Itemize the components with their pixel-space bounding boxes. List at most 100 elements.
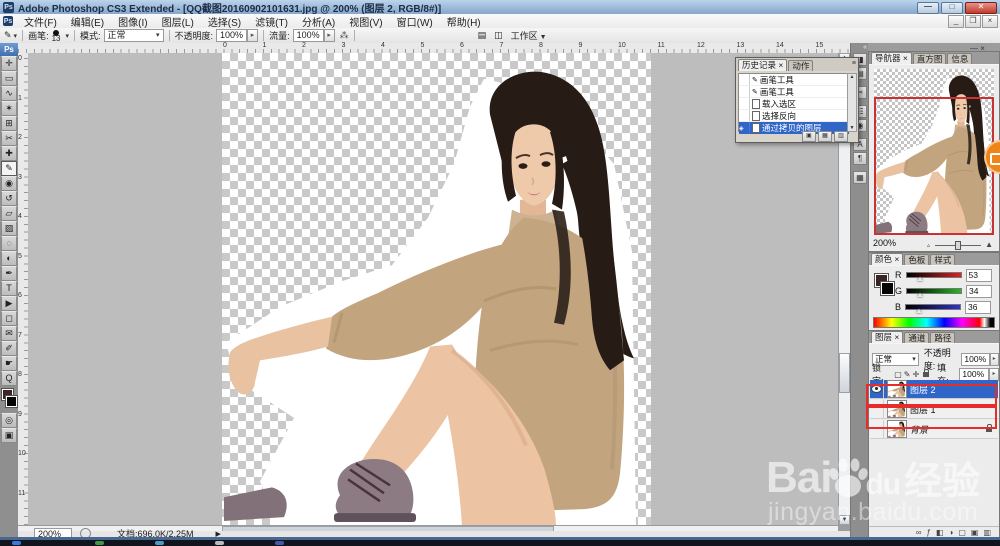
menu-layer[interactable]: 图层(L) [155,14,201,29]
green-value[interactable]: 34 [966,284,993,298]
layer-mask-icon[interactable]: ◧ [936,528,944,537]
adjustment-layer-icon[interactable]: ◑ [948,528,953,537]
tool-hand[interactable]: ☛ [1,356,17,371]
workspace-menu[interactable]: 工作区 ▼ [511,29,547,42]
history-step[interactable]: ✎ 画笔工具 [739,74,849,86]
navigator-thumbnail[interactable] [874,69,994,235]
brush-preview[interactable]: 13 [52,30,60,43]
screen-mode-button[interactable]: ▣ [1,428,17,443]
doc-minimize-button[interactable]: _ [948,15,964,28]
tool-clone-stamp[interactable]: ◉ [1,176,17,191]
layer-style-icon[interactable]: ƒ [926,528,930,537]
tool-notes[interactable]: ✉ [1,326,17,341]
canvas[interactable] [222,53,651,525]
link-layers-icon[interactable]: ∞ [916,528,922,537]
brush-dropdown-icon[interactable]: ▾ [65,32,69,40]
mode-select[interactable]: 正常 ▾ [103,29,164,42]
tab-styles[interactable]: 样式 [930,254,956,265]
title-bar[interactable]: Ps Adobe Photoshop CS3 Extended - [QQ截图2… [0,0,1000,15]
tool-history-brush[interactable]: ↺ [1,191,17,206]
delete-layer-icon[interactable]: ▥ [983,528,991,537]
tool-pen[interactable]: ✒ [1,266,17,281]
tab-layers[interactable]: 图层 × [871,331,904,343]
tab-actions[interactable]: 动作 [788,60,814,71]
tool-zoom[interactable]: Q [1,371,17,386]
color-background-swatch[interactable] [880,281,895,296]
tool-slice[interactable]: ✂ [1,131,17,146]
quick-mask-button[interactable]: ◎ [1,413,17,428]
maximize-button[interactable]: □ [941,2,963,14]
tool-dodge[interactable]: ◐ [1,251,17,266]
opacity-spinner[interactable]: ▸ [247,29,259,42]
zoom-slider-thumb[interactable] [955,241,961,250]
tool-crop[interactable]: ⊞ [1,116,17,131]
lock-all-icon[interactable] [923,368,930,377]
new-layer-icon[interactable]: ▣ [971,528,979,537]
history-source-checkbox[interactable] [739,74,750,85]
tool-shape[interactable]: ◻ [1,311,17,326]
tab-paths[interactable]: 路径 [930,332,956,343]
history-step[interactable]: 载入选区 [739,98,849,110]
close-button[interactable]: ✕ [965,2,997,14]
flow-input[interactable]: 100% [292,29,324,42]
tool-magic-wand[interactable]: ✶ [1,101,17,116]
tab-color[interactable]: 颜色 × [871,253,904,265]
color-spectrum-bar[interactable] [873,317,995,328]
new-document-from-state-icon[interactable]: ▣ [802,131,816,142]
tool-eyedropper[interactable]: ✐ [1,341,17,356]
paragraph-panel-icon[interactable]: ¶ [853,152,867,165]
history-panel-menu-icon[interactable]: ≡ [852,60,856,67]
history-source-checkbox[interactable] [739,110,750,121]
menu-select[interactable]: 选择(S) [201,14,248,29]
history-step[interactable]: ✎ 画笔工具 [739,86,849,98]
tab-info[interactable]: 信息 [947,53,973,64]
dock-collapse-icon[interactable]: « [851,43,869,52]
tool-marquee[interactable]: ▭ [1,71,17,86]
minimize-button[interactable]: — [917,2,939,14]
tool-blur[interactable]: ◌ [1,236,17,251]
tab-navigator[interactable]: 导航器 × [871,52,912,64]
menu-help[interactable]: 帮助(H) [440,14,488,29]
layers-fill-value[interactable]: 100% [959,367,990,381]
tab-swatches[interactable]: 色板 [904,254,930,265]
opacity-input[interactable]: 100% [216,29,248,42]
layers-fill-spinner[interactable]: ▸ [989,367,999,381]
menu-filter[interactable]: 滤镜(T) [248,14,295,29]
tab-histogram[interactable]: 直方图 [912,53,947,64]
scroll-up-icon[interactable]: ▲ [848,74,856,80]
menu-file[interactable]: 文件(F) [17,14,64,29]
blue-slider[interactable] [905,304,962,313]
menu-image[interactable]: 图像(I) [111,14,154,29]
menu-analysis[interactable]: 分析(A) [295,14,342,29]
navigator-view-box[interactable] [874,97,994,235]
airbrush-toggle-icon[interactable]: ⁂ [340,30,349,41]
bridge-icon[interactable]: ◫ [494,30,503,41]
extra-panel-icon[interactable]: ▦ [853,171,867,184]
tool-move[interactable]: ✛ [1,56,17,71]
tool-healing-brush[interactable]: ✚ [1,146,17,161]
tool-brush[interactable]: ✎ [1,161,17,176]
lock-buttons[interactable]: ▢✎✛ [894,370,921,379]
current-tool-icon[interactable]: ✎ [4,30,12,41]
delete-state-icon[interactable]: ▥ [834,131,848,142]
red-value[interactable]: 53 [965,268,992,282]
windows-taskbar[interactable] [0,540,1000,546]
menu-window[interactable]: 窗口(W) [390,14,440,29]
palette-well-icon[interactable]: ▤ [478,30,487,41]
red-slider[interactable] [905,272,962,281]
new-snapshot-icon[interactable]: ▦ [818,131,832,142]
blue-value[interactable]: 36 [965,300,992,314]
history-step[interactable]: 选择反向 [739,110,849,122]
toolbox-grip[interactable]: Ps [0,43,18,56]
tool-type[interactable]: T [1,281,17,296]
history-scrollbar[interactable]: ▲ ▼ [847,73,857,132]
doc-close-button[interactable]: × [982,15,998,28]
tool-preset-dropdown-icon[interactable]: ▾ [14,32,18,40]
doc-restore-button[interactable]: ❐ [965,15,981,28]
tool-eraser[interactable]: ▱ [1,206,17,221]
layer-group-icon[interactable]: ▢ [958,528,966,537]
history-source-checkbox[interactable] [739,98,750,109]
vertical-scroll-thumb[interactable] [839,353,850,393]
tab-channels[interactable]: 通道 [904,332,930,343]
menu-edit[interactable]: 编辑(E) [64,14,111,29]
